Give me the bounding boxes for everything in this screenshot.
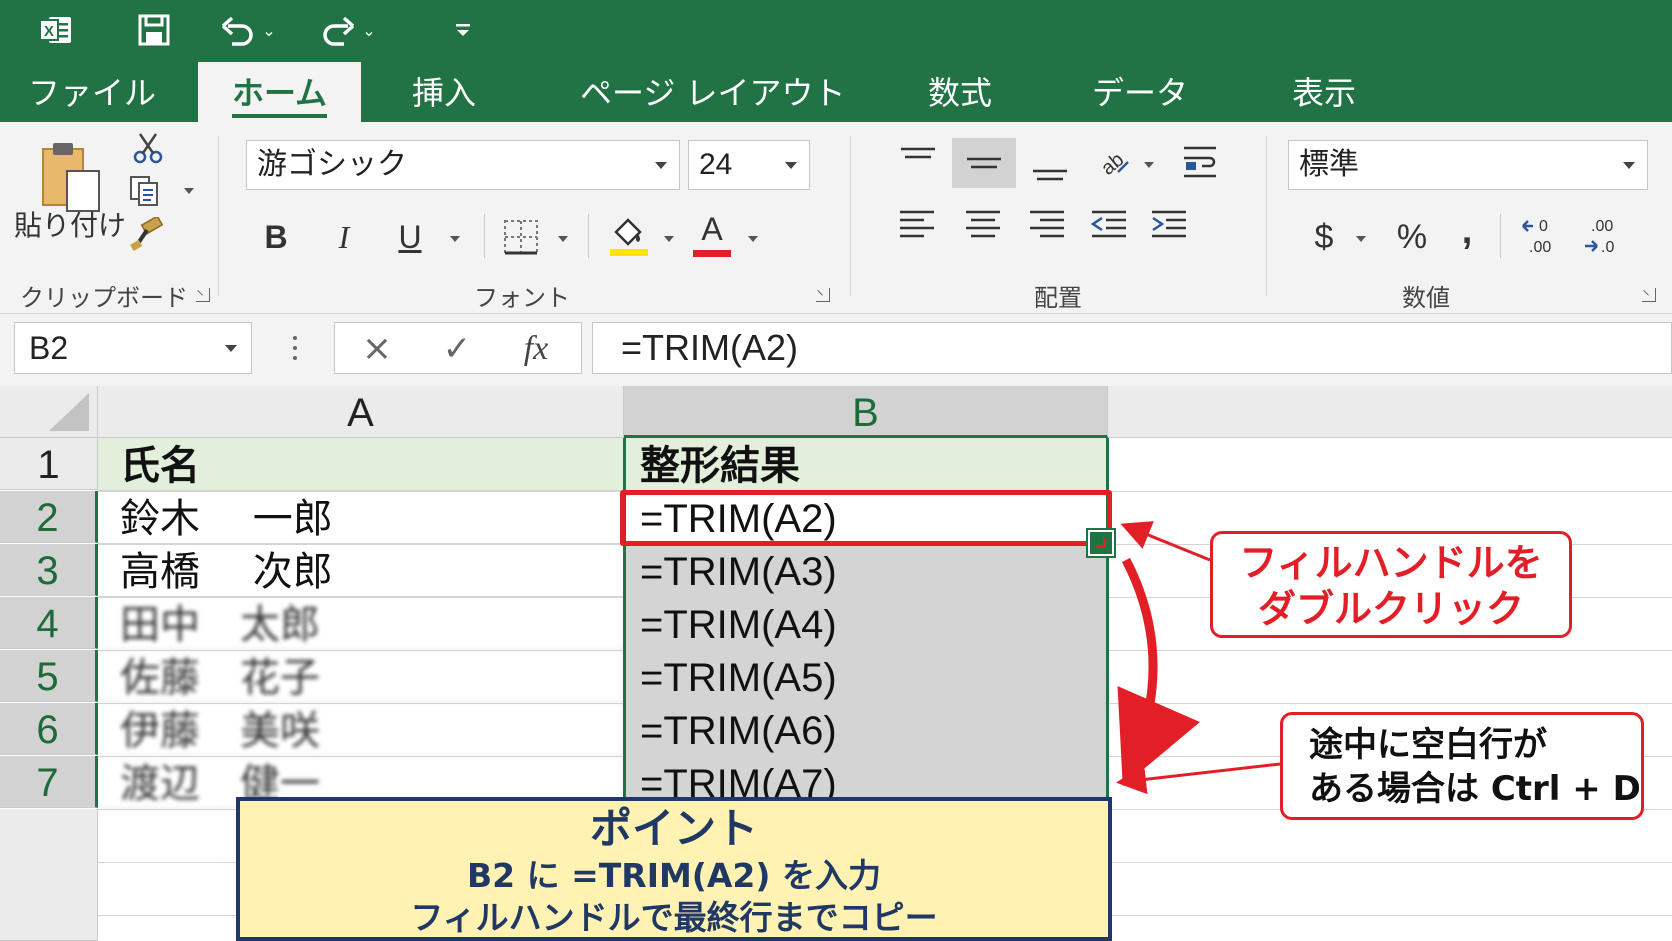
point-line-1: B2 に =TRIM(A2) を入力 xyxy=(467,856,881,895)
orientation-icon[interactable]: ab xyxy=(1090,140,1134,184)
align-left-icon[interactable] xyxy=(894,202,940,246)
cell-b6[interactable]: =TRIM(A6) xyxy=(624,703,1108,756)
insert-function-icon[interactable]: fx xyxy=(511,325,561,373)
row-header-5[interactable]: 5 xyxy=(0,650,98,702)
row-header-4[interactable]: 4 xyxy=(0,597,98,649)
point-line-2: フィルハンドルで最終行までコピー xyxy=(410,898,938,937)
fill-handle-icon[interactable] xyxy=(1086,528,1116,558)
bold-button[interactable]: B xyxy=(256,212,296,262)
align-center-icon[interactable] xyxy=(960,202,1006,246)
row-header-2[interactable]: 2 xyxy=(0,491,98,543)
svg-text:X: X xyxy=(44,23,54,40)
customize-quick-access-icon[interactable] xyxy=(448,8,478,52)
font-launcher-icon[interactable] xyxy=(816,288,830,302)
format-painter-icon[interactable] xyxy=(126,214,166,254)
alignment-group-label: 配置 xyxy=(1034,284,1082,312)
cell-a5[interactable]: 佐藤 花子 xyxy=(98,650,624,703)
save-icon[interactable] xyxy=(134,8,174,52)
row-header-blank xyxy=(0,809,98,941)
formula-bar: B2 × ✓ fx =TRIM(A2) xyxy=(0,314,1672,386)
cell-a2[interactable]: 鈴木 一郎 xyxy=(98,491,624,544)
ribbon-tabs: ファイル ホーム 挿入 ページ レイアウト 数式 データ 表示 xyxy=(0,62,1672,122)
percent-button[interactable]: % xyxy=(1390,212,1434,262)
font-size-select[interactable]: 24 xyxy=(688,140,810,190)
cut-icon[interactable] xyxy=(128,128,168,168)
ctrl-d-callout: 途中に空白行が ある場合は Ctrl + D xyxy=(1280,712,1644,820)
fill-handle-callout: フィルハンドルを ダブルクリック xyxy=(1210,531,1572,638)
cell-b4[interactable]: =TRIM(A4) xyxy=(624,597,1108,650)
borders-icon[interactable] xyxy=(500,214,542,260)
cancel-icon[interactable]: × xyxy=(357,325,397,373)
formula-input[interactable]: =TRIM(A2) xyxy=(592,322,1672,374)
row-header-3[interactable]: 3 xyxy=(0,544,98,596)
number-format-select[interactable]: 標準 xyxy=(1288,140,1648,190)
cell-a4[interactable]: 田中 太郎 xyxy=(98,597,624,650)
paste-label[interactable]: 貼り付け xyxy=(14,204,126,244)
column-header-c[interactable] xyxy=(1108,386,1672,438)
tab-insert[interactable]: 挿入 xyxy=(412,62,476,122)
undo-icon[interactable]: ⌄ xyxy=(218,8,278,52)
clipboard-group-label: クリップボード xyxy=(20,284,188,312)
point-title: ポイント xyxy=(589,804,758,853)
column-header-b[interactable]: B xyxy=(624,386,1108,438)
font-group-label: フォント xyxy=(474,284,570,312)
increase-indent-icon[interactable] xyxy=(1146,202,1192,246)
point-box: ポイント B2 に =TRIM(A2) を入力 フィルハンドルで最終行までコピー xyxy=(236,797,1112,941)
row-header-6[interactable]: 6 xyxy=(0,703,98,755)
ribbon-home: 貼り付け クリップボード 游ゴシック 24 B I U A フォント ab 配置… xyxy=(0,122,1672,314)
font-color-icon[interactable]: A xyxy=(690,208,734,260)
cell-b5[interactable]: =TRIM(A5) xyxy=(624,650,1108,703)
clipboard-launcher-icon[interactable] xyxy=(196,288,210,302)
align-middle-icon[interactable] xyxy=(962,144,1006,184)
row-header-1[interactable]: 1 xyxy=(0,438,98,490)
align-top-icon[interactable] xyxy=(896,140,940,180)
column-header-a[interactable]: A xyxy=(98,386,624,438)
tab-page-layout[interactable]: ページ レイアウト xyxy=(580,62,846,122)
number-group-label: 数値 xyxy=(1402,284,1450,312)
align-bottom-icon[interactable] xyxy=(1028,148,1072,188)
cell-a1[interactable]: 氏名 xyxy=(98,438,624,491)
excel-icon: X xyxy=(36,8,76,52)
active-cell-b2-highlight xyxy=(620,490,1112,546)
svg-text:.00: .00 xyxy=(1529,239,1551,256)
font-name-select[interactable]: 游ゴシック xyxy=(246,140,680,190)
cell-a3[interactable]: 高橋 次郎 xyxy=(98,544,624,597)
cell-b3[interactable]: =TRIM(A3) xyxy=(624,544,1108,597)
decrease-decimal-icon[interactable]: .00.0 xyxy=(1578,208,1628,264)
svg-text:ab: ab xyxy=(1097,149,1128,180)
decrease-indent-icon[interactable] xyxy=(1086,202,1132,246)
enter-icon[interactable]: ✓ xyxy=(437,325,477,373)
tab-data[interactable]: データ xyxy=(1092,62,1188,122)
formula-buttons: × ✓ fx xyxy=(334,322,582,374)
name-box[interactable]: B2 xyxy=(14,322,252,374)
wrap-text-icon[interactable] xyxy=(1178,140,1222,184)
svg-text:.00: .00 xyxy=(1591,218,1613,235)
underline-button[interactable]: U xyxy=(390,212,430,262)
tab-home[interactable]: ホーム xyxy=(198,62,362,122)
title-bar: X ⌄ ⌄ xyxy=(0,0,1672,62)
comma-button[interactable]: , xyxy=(1452,206,1482,256)
increase-decimal-icon[interactable]: 0.00 xyxy=(1516,208,1566,264)
redo-icon[interactable]: ⌄ xyxy=(318,8,378,52)
svg-text:0: 0 xyxy=(1539,218,1548,235)
cell-a6[interactable]: 伊藤 美咲 xyxy=(98,703,624,756)
align-right-icon[interactable] xyxy=(1024,202,1070,246)
italic-button[interactable]: I xyxy=(324,212,364,262)
select-all-button[interactable] xyxy=(0,386,98,438)
formula-bar-grip-icon[interactable] xyxy=(290,328,300,368)
fill-color-icon[interactable] xyxy=(606,210,652,260)
svg-text:.0: .0 xyxy=(1601,239,1614,256)
copy-icon[interactable] xyxy=(124,170,164,210)
tab-file[interactable]: ファイル xyxy=(28,62,156,122)
row-header-7[interactable]: 7 xyxy=(0,756,98,808)
tab-view[interactable]: 表示 xyxy=(1292,62,1356,122)
cell-b1[interactable]: 整形結果 xyxy=(624,438,1108,491)
tab-formulas[interactable]: 数式 xyxy=(928,62,992,122)
number-launcher-icon[interactable] xyxy=(1642,288,1656,302)
currency-button[interactable]: $ xyxy=(1304,212,1344,262)
